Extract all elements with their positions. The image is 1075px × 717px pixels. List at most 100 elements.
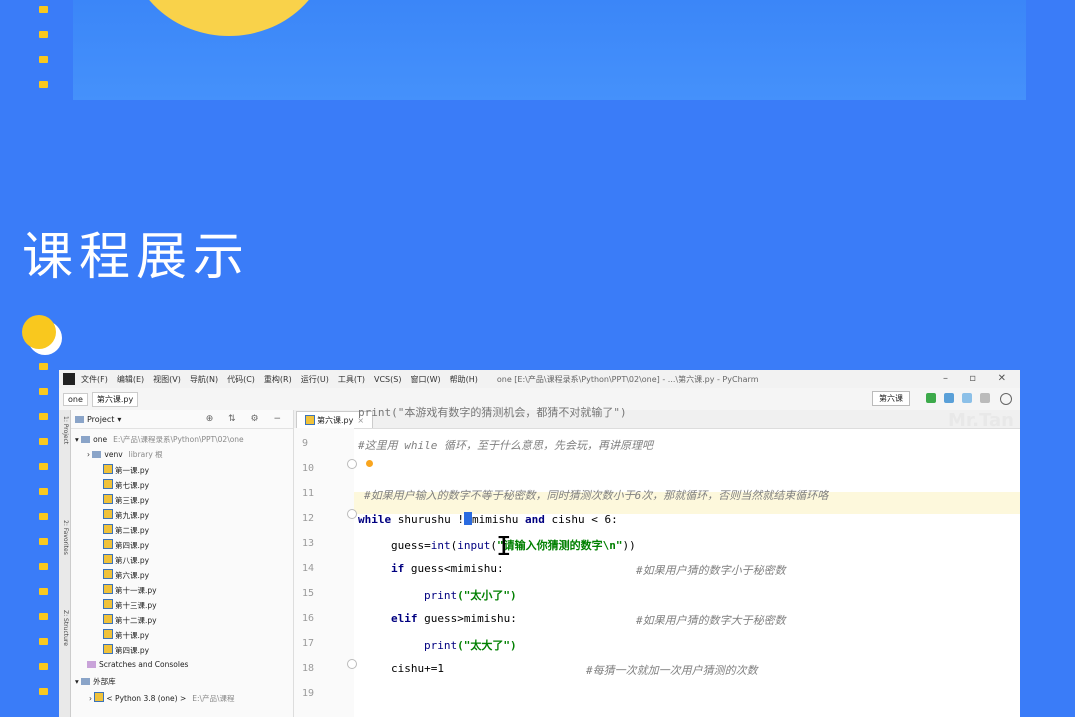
menu-file[interactable]: 文件(F) bbox=[81, 374, 108, 385]
tree-file-item[interactable]: 第十一课.py bbox=[103, 584, 157, 596]
menu-navigate[interactable]: 导航(N) bbox=[190, 374, 218, 385]
code-editor[interactable]: 第六课.py × Mr.Tan 9 10 11 12 13 14 15 16 1… bbox=[294, 406, 1020, 717]
tree-scratches-label: Scratches and Consoles bbox=[99, 660, 189, 669]
fold-marker-icon[interactable] bbox=[347, 509, 357, 519]
tree-root-label: one bbox=[93, 435, 108, 444]
line-number: 16 bbox=[302, 613, 315, 624]
dash-mark bbox=[39, 31, 48, 38]
run-config-select[interactable]: 第六课 bbox=[872, 391, 910, 406]
python-file-icon bbox=[103, 539, 113, 549]
dash-mark bbox=[39, 463, 48, 470]
line-number: 11 bbox=[302, 488, 315, 499]
code-comment-16: #如果用户猜的数字大于秘密数 bbox=[636, 614, 786, 627]
stop-icon[interactable] bbox=[980, 393, 990, 403]
breadcrumb-file[interactable]: 第六课.py bbox=[91, 391, 139, 407]
line-number: 17 bbox=[302, 638, 315, 649]
tree-file-item[interactable]: 第十课.py bbox=[103, 629, 149, 641]
search-icon[interactable] bbox=[1000, 393, 1012, 405]
menu-run[interactable]: 运行(U) bbox=[301, 374, 329, 385]
dash-mark bbox=[39, 613, 48, 620]
dash-mark bbox=[39, 363, 48, 370]
code-line-12: while shurushu ! mimishu and cishu < 6: bbox=[358, 512, 618, 526]
minimize-icon[interactable]: – bbox=[943, 373, 948, 384]
code-line-16: elif guess>mimishu: bbox=[391, 612, 517, 625]
tree-file-item[interactable]: 第九课.py bbox=[103, 509, 149, 521]
menu-help[interactable]: 帮助(H) bbox=[450, 374, 478, 385]
project-panel-header: Project ▾ ⊕ ⇅ ⚙ − bbox=[71, 410, 293, 429]
watermark: Mr.Tan bbox=[948, 410, 1014, 431]
tree-sdk-path: E:\产品\课程 bbox=[192, 694, 235, 703]
line-number-gutter: 9 10 11 12 13 14 15 16 17 18 19 bbox=[294, 428, 357, 717]
python-file-icon bbox=[103, 629, 113, 639]
dash-mark bbox=[39, 81, 48, 88]
folder-icon bbox=[92, 451, 102, 458]
line-number: 12 bbox=[302, 513, 315, 524]
tree-file-label: 第四课.py bbox=[115, 646, 150, 655]
tree-scratches[interactable]: Scratches and Consoles bbox=[87, 660, 188, 669]
breadcrumb-project[interactable]: one bbox=[63, 392, 88, 406]
menu-window[interactable]: 窗口(W) bbox=[410, 374, 440, 385]
code-line-11: #如果用户输入的数字不等于秘密数，同时猜测次数小于6次，那就循环，否则当然就结束… bbox=[364, 489, 829, 502]
editor-tab-label: 第六课.py bbox=[317, 415, 354, 425]
dash-mark bbox=[39, 488, 48, 495]
dash-mark bbox=[39, 6, 48, 13]
section-title: 课程展示 bbox=[22, 228, 251, 287]
tree-file-item[interactable]: 第三课.py bbox=[103, 494, 149, 506]
tree-file-label: 第八课.py bbox=[115, 556, 150, 565]
project-view-label[interactable]: Project bbox=[87, 415, 114, 424]
debug-icon[interactable] bbox=[944, 393, 954, 403]
tree-file-item[interactable]: 第六课.py bbox=[103, 569, 149, 581]
window-title: one [E:\产品\课程录系\Python\PPT\02\one] - ...… bbox=[496, 374, 759, 384]
menu-edit[interactable]: 编辑(E) bbox=[117, 374, 144, 385]
tree-sdk-label: < Python 3.8 (one) > bbox=[106, 694, 187, 703]
ide-screenshot: 文件(F) 编辑(E) 视图(V) 导航(N) 代码(C) 重构(R) 运行(U… bbox=[59, 370, 1020, 717]
tree-file-item[interactable]: 第二课.py bbox=[103, 524, 149, 536]
tree-root[interactable]: ▾ one E:\产品\课程录系\Python\PPT\02\one bbox=[75, 434, 244, 445]
tree-external-label: 外部库 bbox=[93, 677, 116, 686]
menu-view[interactable]: 视图(V) bbox=[153, 374, 181, 385]
tree-python-sdk[interactable]: › < Python 3.8 (one) > E:\产品\课程 bbox=[89, 692, 235, 704]
tree-file-label: 第四课.py bbox=[115, 541, 150, 550]
tree-file-item[interactable]: 第十二课.py bbox=[103, 614, 157, 626]
tree-file-item[interactable]: 第八课.py bbox=[103, 554, 149, 566]
fold-marker-icon[interactable] bbox=[347, 659, 357, 669]
python-file-icon bbox=[103, 479, 113, 489]
code-line-14: if guess<mimishu: bbox=[391, 562, 504, 575]
vtab-favorites[interactable]: 2: Favorites bbox=[60, 520, 69, 555]
text-caret bbox=[463, 512, 472, 525]
code-line-13: guess=int(input("请输入你猜测的数字\n")) bbox=[391, 539, 636, 552]
tree-file-item[interactable]: 第一课.py bbox=[103, 464, 149, 476]
tree-venv-suffix: library 根 bbox=[128, 450, 163, 459]
tree-file-item[interactable]: 第四课.py bbox=[103, 539, 149, 551]
tree-file-item[interactable]: 第十三课.py bbox=[103, 599, 157, 611]
tree-file-item[interactable]: 第七课.py bbox=[103, 479, 149, 491]
maximize-icon[interactable]: ▫ bbox=[969, 373, 976, 384]
coverage-icon[interactable] bbox=[962, 393, 972, 403]
dash-mark bbox=[39, 413, 48, 420]
menu-tools[interactable]: 工具(T) bbox=[338, 374, 365, 385]
tree-external-libs[interactable]: ▾ 外部库 bbox=[75, 676, 116, 687]
dash-mark bbox=[39, 663, 48, 670]
panel-actions-icons[interactable]: ⊕ ⇅ ⚙ − bbox=[206, 414, 287, 424]
chevron-down-icon[interactable]: ▾ bbox=[117, 415, 121, 424]
close-icon[interactable]: ✕ bbox=[998, 373, 1006, 384]
library-icon bbox=[81, 678, 91, 685]
fold-marker-icon[interactable] bbox=[347, 459, 357, 469]
tree-venv[interactable]: › venv library 根 bbox=[87, 449, 163, 460]
vtab-project[interactable]: 1: Project bbox=[60, 416, 69, 444]
project-panel: Project ▾ ⊕ ⇅ ⚙ − ▾ one E:\产品\课程录系\Python… bbox=[71, 410, 294, 717]
code-comment-18: #每猜一次就加一次用户猜测的次数 bbox=[586, 664, 758, 677]
vtab-structure[interactable]: Z: Structure bbox=[60, 610, 69, 646]
menu-code[interactable]: 代码(C) bbox=[227, 374, 255, 385]
dash-mark bbox=[39, 638, 48, 645]
run-icon[interactable] bbox=[926, 393, 936, 403]
tree-file-label: 第一课.py bbox=[115, 466, 150, 475]
menu-refactor[interactable]: 重构(R) bbox=[264, 374, 292, 385]
menu-vcs[interactable]: VCS(S) bbox=[374, 375, 401, 384]
project-view-icon bbox=[75, 415, 84, 423]
code-line-17: print("太大了") bbox=[424, 639, 517, 652]
python-file-icon bbox=[103, 509, 113, 519]
intention-bulb-icon[interactable] bbox=[366, 460, 373, 467]
code-line-18: cishu+=1 bbox=[391, 662, 444, 675]
tree-file-item[interactable]: 第四课.py bbox=[103, 644, 149, 656]
